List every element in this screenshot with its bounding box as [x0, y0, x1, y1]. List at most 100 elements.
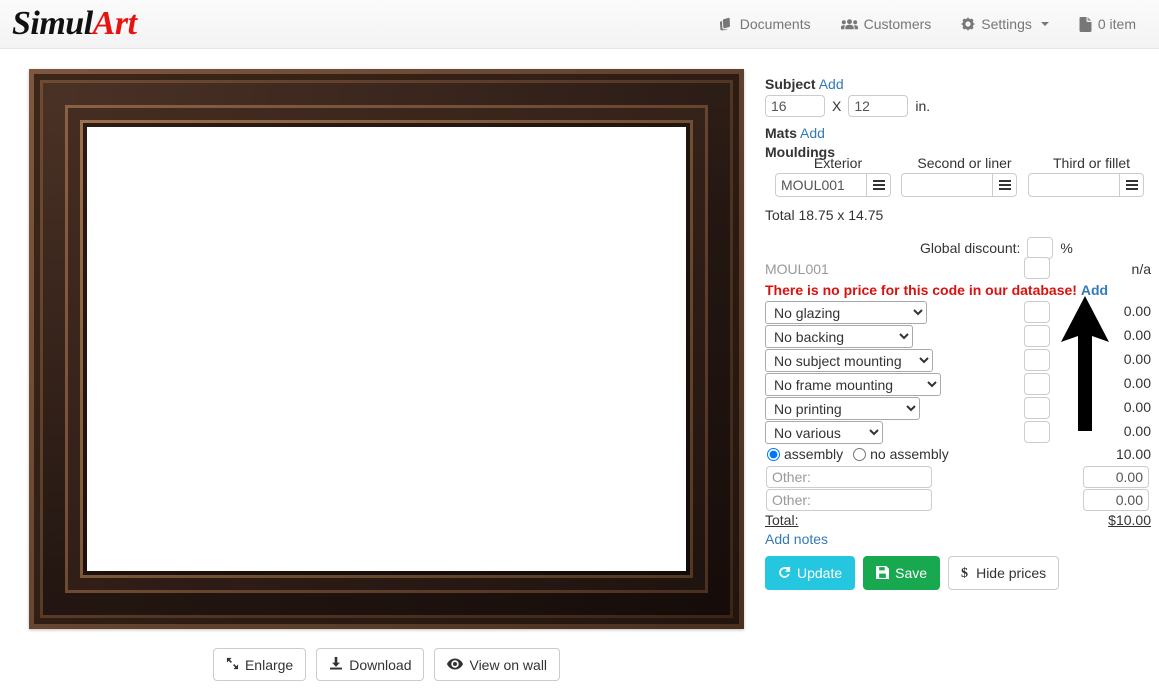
eye-icon: [447, 658, 464, 672]
frame-mounting-qty-input[interactable]: [1024, 373, 1050, 395]
option-row-printing: No printing: [765, 397, 920, 420]
moulding-line-price: n/a: [1131, 261, 1151, 277]
artwork-canvas: [87, 127, 686, 571]
option-row-subject-mounting: No subject mounting: [765, 349, 933, 372]
subject-add-link[interactable]: Add: [819, 76, 844, 92]
frame-preview[interactable]: [29, 69, 744, 629]
other-2-input[interactable]: [766, 489, 932, 511]
moulding-second-browse-button[interactable]: [993, 173, 1017, 197]
assembly-radio-no[interactable]: no assembly: [853, 446, 949, 462]
subject-mounting-qty-input[interactable]: [1024, 349, 1050, 371]
mats-label: Mats: [765, 125, 797, 141]
mats-heading-row: Mats Add: [765, 125, 825, 141]
backing-qty-wrap: [1024, 325, 1050, 347]
moulding-col-header-exterior: Exterior: [813, 155, 863, 171]
nav-item-documents[interactable]: Documents: [704, 0, 826, 48]
moulding-exterior-input[interactable]: [775, 173, 867, 197]
add-notes-link[interactable]: Add notes: [765, 531, 828, 547]
logo-text-primary: Simul: [12, 5, 93, 42]
hide-prices-button-label: Hide prices: [976, 565, 1047, 581]
glazing-price: 0.00: [1123, 303, 1151, 319]
frame-mounting-select[interactable]: No frame mounting: [765, 373, 941, 396]
option-row-glazing: No glazing: [765, 301, 927, 324]
total-size-text: Total 18.75 x 14.75: [765, 207, 884, 223]
moulding-exterior-browse-button[interactable]: [867, 173, 891, 197]
view-on-wall-button[interactable]: View on wall: [434, 648, 561, 681]
panel-action-buttons: Update Save $ Hide prices: [765, 556, 1060, 590]
assembly-radio-no-input[interactable]: [853, 447, 867, 461]
other-row-1: [766, 466, 932, 488]
preview-action-buttons: Enlarge Download View on wall: [29, 648, 744, 681]
various-qty-input[interactable]: [1024, 421, 1050, 443]
file-icon: [1079, 16, 1092, 32]
nav-item-customers[interactable]: Customers: [826, 0, 947, 48]
grand-total-label: Total:: [765, 512, 799, 528]
printing-price: 0.00: [1123, 399, 1151, 415]
dimension-separator: X: [832, 98, 842, 114]
moulding-third-browse-button[interactable]: [1120, 173, 1144, 197]
subject-mounting-qty-wrap: [1024, 349, 1050, 371]
option-row-frame-mounting: No frame mounting: [765, 373, 941, 396]
subject-dimensions-row: X in.: [765, 95, 930, 117]
nav-item-documents-label: Documents: [739, 16, 811, 32]
various-select[interactable]: No various: [765, 421, 883, 444]
mats-add-link[interactable]: Add: [800, 125, 825, 141]
printing-qty-input[interactable]: [1024, 397, 1050, 419]
moulding-line-qty-wrap: [1024, 257, 1050, 279]
nav-links: Documents Customers Settings 0 item: [704, 0, 1151, 48]
subject-mounting-select[interactable]: No subject mounting: [765, 349, 933, 372]
global-discount-unit: %: [1060, 240, 1073, 256]
enlarge-button[interactable]: Enlarge: [212, 648, 307, 681]
download-button[interactable]: Download: [316, 648, 425, 681]
other-2-price-wrap: [1083, 489, 1149, 511]
subject-height-input[interactable]: [848, 95, 909, 117]
other-1-input[interactable]: [766, 466, 932, 488]
glazing-qty-input[interactable]: [1024, 301, 1050, 323]
expand-arrows-icon: [226, 657, 239, 672]
moulding-second-input[interactable]: [901, 173, 993, 197]
moulding-line-qty-input[interactable]: [1024, 257, 1050, 279]
various-price: 0.00: [1123, 423, 1151, 439]
glazing-select[interactable]: No glazing: [765, 301, 927, 324]
assembly-radio-yes-input[interactable]: [767, 447, 780, 461]
printing-qty-wrap: [1024, 397, 1050, 419]
update-button[interactable]: Update: [765, 556, 856, 590]
hide-prices-button[interactable]: $ Hide prices: [948, 556, 1060, 590]
moulding-col-header-third: Third or fillet: [1052, 155, 1131, 171]
assembly-radio-no-label: no assembly: [870, 446, 949, 462]
nav-item-settings[interactable]: Settings: [946, 0, 1064, 48]
price-missing-add-link[interactable]: Add: [1081, 282, 1108, 298]
nav-item-cart[interactable]: 0 item: [1064, 0, 1151, 48]
assembly-radio-yes[interactable]: assembly: [767, 446, 843, 462]
dollar-icon: $: [961, 565, 970, 581]
app-logo[interactable]: SimulArt: [12, 3, 137, 45]
download-button-label: Download: [349, 656, 412, 673]
save-button[interactable]: Save: [863, 556, 941, 590]
frame-mounting-qty-wrap: [1024, 373, 1050, 395]
other-2-price-input[interactable]: [1083, 489, 1149, 511]
other-1-price-input[interactable]: [1083, 466, 1149, 488]
backing-price: 0.00: [1123, 327, 1151, 343]
subject-heading-row: Subject Add: [765, 76, 844, 92]
moulding-exterior-field: [775, 173, 891, 197]
order-configuration-panel: Subject Add X in. Mats Add Mouldings Ext…: [765, 69, 1151, 629]
download-icon: [329, 657, 343, 672]
global-discount-input[interactable]: [1027, 237, 1054, 259]
save-button-label: Save: [895, 565, 928, 581]
printing-select[interactable]: No printing: [765, 397, 920, 420]
view-on-wall-button-label: View on wall: [469, 656, 548, 673]
moulding-col-header-second: Second or liner: [917, 155, 1012, 171]
subject-width-input[interactable]: [765, 95, 825, 117]
assembly-price: 10.00: [1115, 446, 1151, 462]
backing-qty-input[interactable]: [1024, 325, 1050, 347]
other-row-2: [766, 489, 932, 511]
moulding-line-code: MOUL001: [765, 261, 829, 277]
various-qty-wrap: [1024, 421, 1050, 443]
moulding-second-field: [901, 173, 1017, 197]
svg-text:$: $: [961, 566, 968, 579]
grand-total-value: $10.00: [1108, 512, 1151, 528]
moulding-third-input[interactable]: [1028, 173, 1120, 197]
logo-text-accent: Art: [92, 5, 137, 42]
backing-select[interactable]: No backing: [765, 325, 913, 348]
enlarge-button-label: Enlarge: [244, 656, 294, 673]
